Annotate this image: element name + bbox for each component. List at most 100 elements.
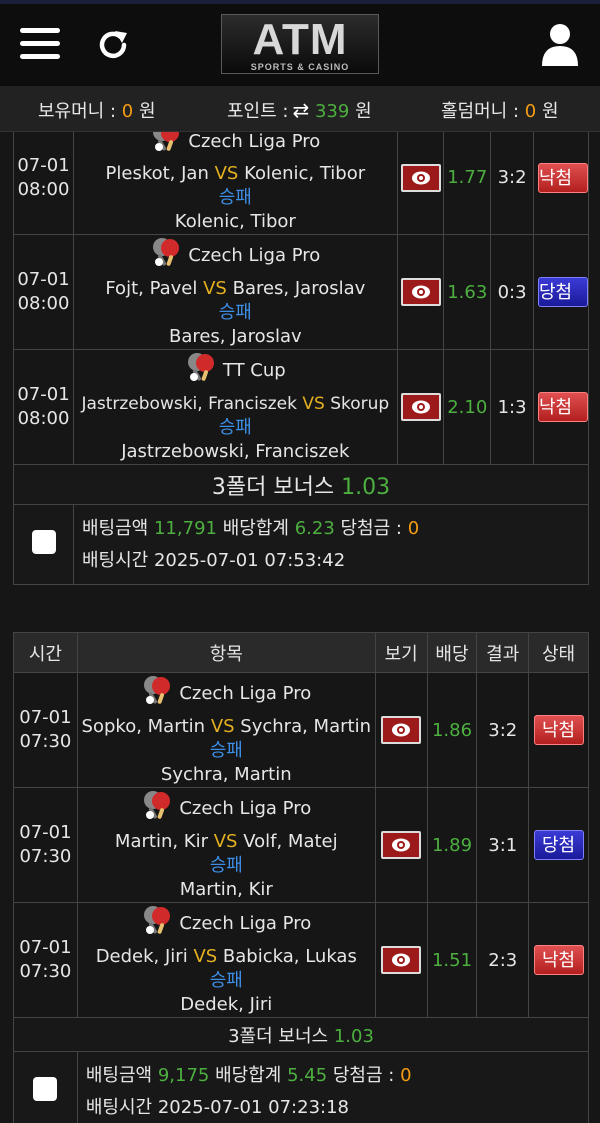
total-odds-label: 배당합계 bbox=[222, 517, 289, 539]
bonus-row: 3폴더 보너스 1.03 bbox=[13, 1017, 589, 1052]
money-value: 0 bbox=[121, 101, 134, 122]
bet-row: 07-01 07:30 Czech Liga Pro Dedek, Jiri VS… bbox=[13, 902, 589, 1018]
bet-time-label: 배팅시간 bbox=[82, 549, 149, 571]
status-badge: 당첨 bbox=[533, 830, 584, 860]
header-odd: 배당 bbox=[426, 632, 478, 673]
league-name: Czech Liga Pro bbox=[188, 130, 321, 152]
header-status: 상태 bbox=[528, 632, 589, 673]
picked-team: Sychra, Martin bbox=[160, 763, 292, 785]
home-team: Sopko, Martin bbox=[81, 715, 206, 737]
view-cell bbox=[396, 120, 445, 235]
bet-time-label: 배팅시간 bbox=[85, 1096, 153, 1118]
table-tennis-icon bbox=[141, 789, 175, 830]
status-cell: 낙첨 bbox=[528, 902, 589, 1018]
amount-label: 배팅금액 bbox=[85, 1064, 153, 1086]
balance-bar: 보유머니 : 0 원 포인트 : ⇄ 339 원 홀덤머니 : 0 원 bbox=[0, 86, 600, 132]
market-type: 승패 bbox=[209, 854, 243, 876]
bet-time: 07-01 07:30 bbox=[13, 787, 78, 903]
bet-slip-2: 시간 항목 보기 배당 결과 상태 07-01 07:30 Czech Liga … bbox=[13, 632, 590, 1123]
exchange-icon[interactable]: ⇄ bbox=[292, 98, 309, 122]
holdem-unit: 원 bbox=[541, 101, 559, 122]
header-result: 결과 bbox=[476, 632, 530, 673]
win-amount-label: 당첨금 : bbox=[332, 1064, 395, 1086]
money-label: 보유머니 : bbox=[38, 101, 117, 122]
bonus-label: 3폴더 보너스 bbox=[228, 1025, 329, 1047]
league-name: Czech Liga Pro bbox=[179, 683, 312, 704]
user-icon[interactable] bbox=[538, 22, 582, 68]
vs-label: VS bbox=[210, 715, 235, 737]
money-balance: 보유머니 : 0 원 bbox=[38, 97, 156, 123]
bet-item: Czech Liga Pro Martin, Kir VS Volf, Mate… bbox=[76, 787, 376, 903]
home-team: Dedek, Jiri bbox=[95, 945, 188, 967]
bet-row: 07-01 08:00 TT Cup Jastrzebowski, Francis… bbox=[13, 349, 590, 465]
away-team: Sychra, Martin bbox=[240, 715, 371, 737]
picked-team: Dedek, Jiri bbox=[180, 993, 273, 1015]
header-view: 보기 bbox=[374, 632, 428, 673]
total-odds-label: 배당합계 bbox=[215, 1064, 282, 1086]
bonus-value: 1.03 bbox=[333, 1025, 374, 1047]
bet-row: 07-01 08:00 Czech Liga Pro Pleskot, Jan V… bbox=[13, 120, 590, 235]
eye-icon[interactable] bbox=[400, 278, 441, 306]
refresh-icon[interactable] bbox=[94, 26, 132, 64]
bet-time: 07-01 08:00 bbox=[13, 120, 74, 235]
bonus-cell: 3폴더 보너스 1.03 bbox=[13, 1017, 589, 1052]
away-team: Kolenic, Tibor bbox=[244, 163, 366, 184]
menu-bar bbox=[20, 28, 60, 33]
view-cell bbox=[396, 234, 445, 350]
bet-checkbox[interactable] bbox=[31, 530, 56, 554]
total-odds-value: 5.45 bbox=[287, 1064, 328, 1086]
odd-value: 1.77 bbox=[443, 120, 492, 235]
vs-label: VS bbox=[213, 830, 238, 852]
home-team: Jastrzebowski, Franciszek bbox=[81, 393, 297, 414]
score-value: 3:2 bbox=[476, 672, 530, 788]
view-cell bbox=[374, 672, 428, 788]
picked-team: Jastrzebowski, Franciszek bbox=[121, 440, 350, 462]
bet-row: 07-01 08:00 Czech Liga Pro Fojt, Pavel VS… bbox=[13, 234, 590, 350]
bet-time: 07-01 08:00 bbox=[13, 234, 74, 350]
menu-button[interactable] bbox=[20, 28, 60, 62]
status-badge: 낙첨 bbox=[533, 945, 584, 975]
eye-icon[interactable] bbox=[381, 946, 422, 974]
bet-row: 07-01 07:30 Czech Liga Pro Sopko, Martin … bbox=[13, 672, 589, 788]
league-name: Czech Liga Pro bbox=[188, 245, 321, 266]
eye-icon[interactable] bbox=[400, 163, 441, 192]
atm-logo[interactable]: ATM SPORTS & CASINO bbox=[221, 14, 379, 74]
picked-team: Kolenic, Tibor bbox=[174, 211, 296, 232]
status-badge: 당첨 bbox=[537, 277, 588, 307]
holdem-balance: 홀덤머니 : 0 원 bbox=[441, 97, 559, 123]
win-amount-value: 0 bbox=[400, 1064, 412, 1086]
odd-value: 1.51 bbox=[426, 902, 478, 1018]
away-team: Babicka, Lukas bbox=[222, 945, 357, 967]
bet-time: 07-01 07:30 bbox=[13, 902, 78, 1018]
bet-info: 배팅금액 11,791 배당합계 6.23 당첨금 : 0 배팅시간 2025-… bbox=[73, 504, 589, 585]
home-team: Fojt, Pavel bbox=[105, 277, 198, 299]
money-unit: 원 bbox=[138, 101, 156, 122]
bet-checkbox[interactable] bbox=[33, 1077, 58, 1101]
bet-info: 배팅금액 9,175 배당합계 5.45 당첨금 : 0 배팅시간 2025-0… bbox=[76, 1051, 590, 1123]
market-type: 승패 bbox=[209, 739, 243, 761]
away-team: Skorup bbox=[330, 393, 390, 414]
table-tennis-icon bbox=[185, 351, 219, 392]
home-team: Martin, Kir bbox=[114, 830, 208, 852]
table-tennis-icon bbox=[150, 236, 184, 277]
view-cell bbox=[374, 787, 428, 903]
bonus-value: 1.03 bbox=[341, 474, 391, 500]
status-cell: 당첨 bbox=[528, 787, 589, 903]
status-badge: 낙첨 bbox=[537, 162, 588, 193]
holdem-value: 0 bbox=[524, 101, 537, 122]
bonus-label: 3폴더 보너스 bbox=[211, 474, 335, 500]
header-item: 항목 bbox=[76, 632, 376, 673]
eye-icon[interactable] bbox=[400, 393, 441, 421]
picked-team: Bares, Jaroslav bbox=[168, 325, 302, 347]
eye-icon[interactable] bbox=[381, 716, 422, 744]
point-balance[interactable]: 포인트 : ⇄ 339 원 bbox=[227, 97, 372, 123]
bet-row: 07-01 07:30 Czech Liga Pro Martin, Kir VS… bbox=[13, 787, 589, 903]
score-value: 1:3 bbox=[490, 349, 534, 465]
bet-info-row: 배팅금액 9,175 배당합계 5.45 당첨금 : 0 배팅시간 2025-0… bbox=[13, 1051, 590, 1123]
bet-item: Czech Liga Pro Sopko, Martin VS Sychra, … bbox=[76, 672, 376, 788]
eye-icon[interactable] bbox=[381, 831, 422, 859]
vs-label: VS bbox=[302, 393, 325, 414]
status-cell: 당첨 bbox=[532, 234, 590, 350]
status-badge: 낙첨 bbox=[533, 715, 584, 745]
point-label: 포인트 : bbox=[227, 101, 289, 122]
